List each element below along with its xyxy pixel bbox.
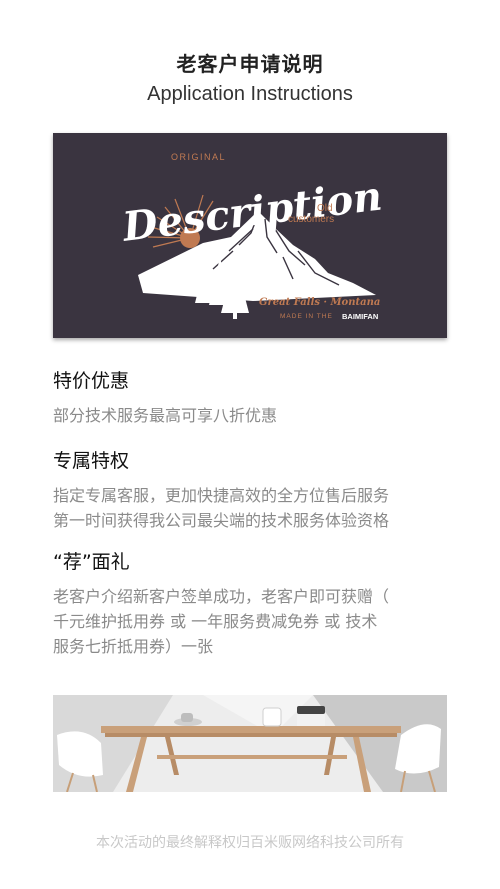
section-heading: 特价优惠 (53, 370, 130, 392)
section-line: 部分技术服务最高可享八折优惠 (53, 406, 278, 425)
section-discount: 特价优惠 部分技术服务最高可享八折优惠 (53, 366, 453, 428)
section-heading: 专属特权 (53, 450, 130, 472)
section-text: 部分技术服务最高可享八折优惠 (53, 403, 453, 428)
description-banner: ORIGINAL Description Old customers Great… (53, 133, 447, 338)
original-label: ORIGINAL (171, 152, 226, 162)
footer-disclaimer: 本次活动的最终解释权归百米贩网络科技公司所有 (96, 835, 404, 851)
section-line: 第一时间获得我公司最尖端的技术服务体验资格 (53, 511, 390, 530)
section-line: 服务七折抵用券）一张 (53, 637, 214, 656)
page-title: 老客户申请说明 (176, 52, 324, 76)
section-line: 千元维护抵用券 或 一年服务费减免券 或 技术 (53, 612, 378, 631)
old-label: Old (317, 203, 333, 214)
section-privilege: 专属特权 指定专属客服，更加快捷高效的全方位售后服务 第一时间获得我公司最尖端的… (53, 446, 453, 533)
great-falls-label: Great Falls · Montana (259, 297, 380, 308)
dining-table-image (53, 695, 447, 792)
section-heading: “荐”面礼 (53, 551, 130, 573)
page-subtitle: Application Instructions (147, 83, 353, 105)
section-line: 老客户介绍新客户签单成功，老客户即可获赠（ (53, 587, 390, 606)
section-referral: “荐”面礼 老客户介绍新客户签单成功，老客户即可获赠（ 千元维护抵用券 或 一年… (53, 547, 453, 659)
customers-label: customers (288, 214, 334, 225)
section-text: 指定专属客服，更加快捷高效的全方位售后服务 第一时间获得我公司最尖端的技术服务体… (53, 483, 453, 533)
made-in-label: MADE IN THE (280, 313, 333, 320)
brand-label: BAIMIFAN (342, 312, 378, 321)
section-text: 老客户介绍新客户签单成功，老客户即可获赠（ 千元维护抵用券 或 一年服务费减免券… (53, 584, 453, 659)
table-photo (53, 695, 447, 792)
banner-artwork: ORIGINAL Description Old customers Great… (119, 152, 384, 321)
page-header: 老客户申请说明 Application Instructions (0, 48, 500, 106)
section-line: 指定专属客服，更加快捷高效的全方位售后服务 (53, 486, 390, 505)
